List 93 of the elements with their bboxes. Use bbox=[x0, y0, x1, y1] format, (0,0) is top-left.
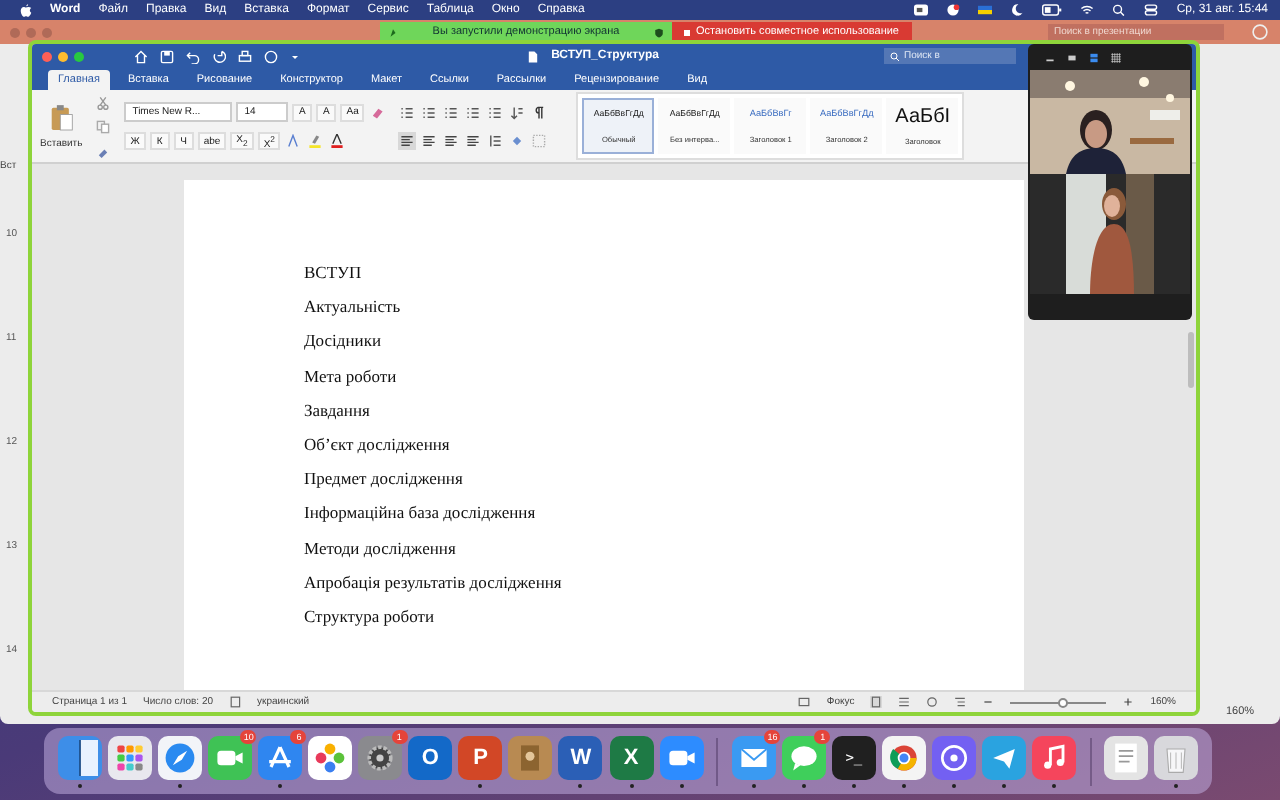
print-layout-icon[interactable] bbox=[870, 696, 883, 708]
app-grid-icon[interactable] bbox=[107, 735, 152, 779]
document-line: Структура роботи bbox=[304, 604, 437, 631]
wifi-icon[interactable] bbox=[1080, 4, 1095, 16]
envelope-icon[interactable] bbox=[731, 735, 776, 779]
running-indicator bbox=[629, 783, 634, 787]
apple-icon[interactable] bbox=[20, 3, 32, 17]
battery-icon[interactable] bbox=[1042, 4, 1063, 16]
ring-icon[interactable] bbox=[882, 735, 927, 779]
document-icon[interactable] bbox=[1104, 735, 1149, 779]
document-line: Методи дослідження bbox=[304, 535, 458, 562]
align-icon[interactable] bbox=[398, 131, 417, 149]
video-camera-icon[interactable] bbox=[207, 735, 252, 779]
style-sample: АаБбІ bbox=[895, 105, 951, 128]
document-line: Мета роботи bbox=[304, 363, 399, 390]
caret-icon[interactable] bbox=[290, 51, 300, 61]
running-indicator bbox=[851, 783, 856, 787]
control-center-icon[interactable] bbox=[1144, 4, 1159, 16]
document-line: Об’єкт дослідження bbox=[304, 432, 452, 459]
flag-icon[interactable] bbox=[978, 4, 993, 16]
grid-view-icon[interactable] bbox=[1110, 51, 1122, 63]
align-icon[interactable] bbox=[420, 131, 439, 149]
redo-icon[interactable] bbox=[212, 49, 226, 63]
flower-icon[interactable] bbox=[308, 735, 353, 779]
circle-icon[interactable] bbox=[264, 49, 278, 63]
book-icon[interactable] bbox=[229, 696, 242, 708]
document-line: Актуальність bbox=[304, 294, 403, 321]
running-indicator bbox=[902, 783, 907, 787]
eraser-icon[interactable] bbox=[368, 103, 387, 121]
search-icon bbox=[890, 51, 901, 61]
address-book-icon[interactable] bbox=[508, 735, 553, 779]
focus-icon[interactable] bbox=[798, 696, 811, 708]
letter-tile-icon[interactable]: W bbox=[558, 735, 603, 779]
music-note-icon[interactable] bbox=[1032, 735, 1077, 779]
scrollbar-thumb[interactable] bbox=[1188, 332, 1194, 388]
font-color-icon[interactable] bbox=[328, 132, 347, 150]
paper-plane-icon[interactable] bbox=[982, 735, 1027, 779]
stacked-view-icon[interactable] bbox=[1088, 51, 1100, 63]
running-indicator bbox=[751, 783, 756, 787]
running-indicator bbox=[952, 783, 957, 787]
search-icon[interactable] bbox=[1112, 4, 1127, 16]
save-icon[interactable] bbox=[160, 49, 174, 63]
window-icon[interactable] bbox=[1066, 51, 1078, 63]
list-icon[interactable] bbox=[442, 103, 461, 121]
scissors-icon[interactable] bbox=[94, 93, 113, 111]
undo-icon[interactable] bbox=[186, 49, 200, 63]
letter-tile-icon[interactable]: P bbox=[458, 735, 503, 779]
align-icon[interactable] bbox=[442, 131, 461, 149]
list-icon[interactable] bbox=[464, 103, 483, 121]
running-indicator bbox=[801, 783, 806, 787]
document-line: Апробація результатів дослідження bbox=[304, 569, 564, 596]
running-indicator bbox=[177, 783, 182, 787]
split-square-icon[interactable] bbox=[57, 735, 102, 779]
letter-tile-icon[interactable]: X bbox=[609, 735, 654, 779]
align-icon[interactable] bbox=[464, 131, 483, 149]
running-indicator bbox=[478, 783, 483, 787]
zoom-out-icon[interactable] bbox=[982, 696, 995, 708]
list-icon[interactable] bbox=[420, 103, 439, 121]
chat-bubble-icon[interactable] bbox=[781, 735, 826, 779]
running-indicator bbox=[1052, 783, 1057, 787]
read-mode-icon[interactable] bbox=[898, 696, 911, 708]
line-spacing-icon[interactable] bbox=[486, 131, 505, 149]
list-icon[interactable] bbox=[486, 103, 505, 121]
pilcrow-icon[interactable] bbox=[530, 103, 549, 121]
print-icon[interactable] bbox=[238, 49, 252, 63]
text-effects-icon[interactable] bbox=[284, 132, 303, 150]
list-icon[interactable] bbox=[398, 103, 417, 121]
clipboard-icon[interactable] bbox=[49, 103, 74, 131]
shield-icon bbox=[653, 27, 664, 37]
sort-icon[interactable] bbox=[508, 103, 527, 121]
document-line: Завдання bbox=[304, 397, 372, 424]
running-indicator bbox=[679, 783, 684, 787]
web-layout-icon[interactable] bbox=[926, 696, 939, 708]
home-icon[interactable] bbox=[134, 49, 148, 63]
running-indicator bbox=[578, 783, 583, 787]
running-indicator bbox=[277, 783, 282, 787]
running-indicator bbox=[1174, 783, 1179, 787]
shading-icon[interactable] bbox=[508, 131, 527, 149]
gear-icon[interactable] bbox=[358, 735, 403, 779]
moon-icon[interactable] bbox=[1010, 4, 1025, 16]
trash-icon[interactable] bbox=[1154, 735, 1199, 779]
running-indicator bbox=[1002, 783, 1007, 787]
letter-tile-icon[interactable]: O bbox=[408, 735, 453, 779]
running-indicator bbox=[77, 783, 82, 787]
compass-icon[interactable] bbox=[157, 735, 202, 779]
document-line: Інформаційна база дослідження bbox=[304, 500, 538, 527]
document-line: ВСТУП bbox=[304, 260, 364, 286]
outline-icon[interactable] bbox=[954, 696, 967, 708]
document-icon bbox=[525, 49, 540, 63]
video-camera-icon[interactable] bbox=[914, 4, 929, 16]
document-line: Досідники bbox=[304, 328, 383, 355]
document-line: Предмет дослідження bbox=[304, 466, 465, 493]
zoom-in-icon[interactable] bbox=[1122, 696, 1135, 708]
